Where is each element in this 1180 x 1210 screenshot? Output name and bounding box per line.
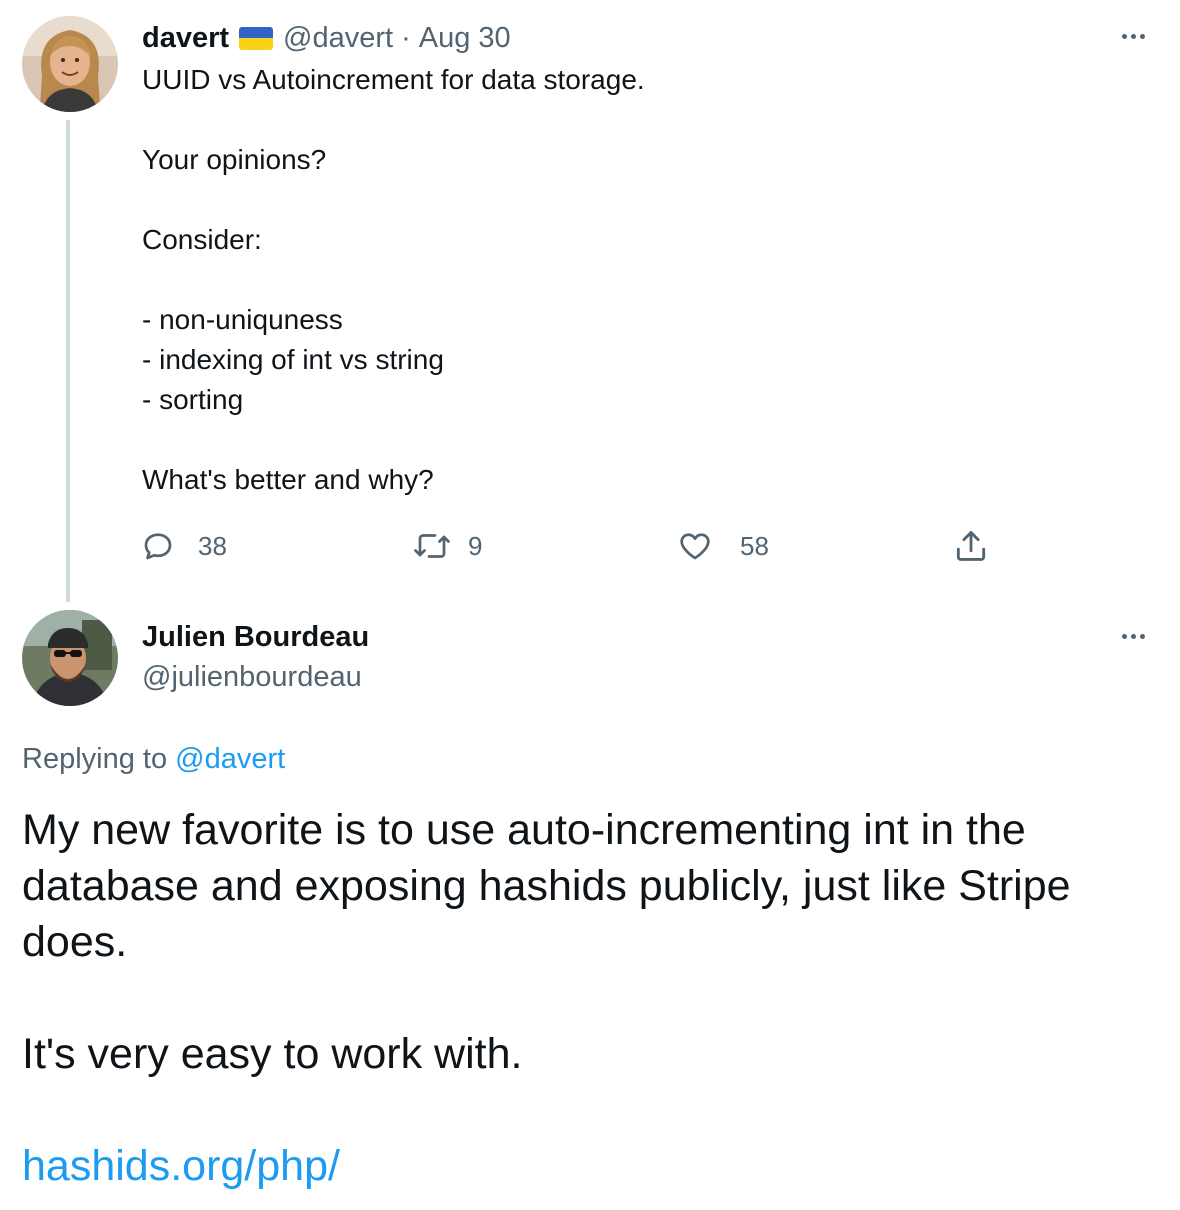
- avatar-davert[interactable]: [22, 16, 118, 112]
- author-name[interactable]: davert: [142, 22, 229, 55]
- like-count: 58: [740, 530, 769, 561]
- thread-line: [66, 120, 70, 602]
- reply-author-name[interactable]: Julien Bourdeau: [142, 618, 369, 656]
- more-dots-icon[interactable]: [1113, 616, 1153, 656]
- replying-to-handle-link[interactable]: @davert: [175, 743, 285, 775]
- tweet-date[interactable]: Aug 30: [419, 22, 511, 55]
- retweet-button[interactable]: 9: [412, 524, 482, 568]
- reply-bubble-icon: [140, 528, 176, 564]
- reply-author-handle[interactable]: @julienbourdeau: [142, 658, 362, 696]
- retweet-arrows-icon: [412, 528, 452, 564]
- tweet-text: UUID vs Autoincrement for data storage. …: [142, 64, 645, 495]
- share-upload-icon: [952, 527, 990, 565]
- ukraine-flag-icon: [239, 26, 274, 50]
- reply-count: 38: [198, 530, 227, 561]
- separator-dot: ·: [401, 21, 411, 54]
- avatar-julien[interactable]: [22, 610, 118, 706]
- retweet-count: 9: [468, 530, 483, 561]
- reply-button[interactable]: 38: [140, 524, 227, 568]
- like-button[interactable]: 58: [676, 524, 769, 568]
- more-dots-icon[interactable]: [1113, 16, 1153, 56]
- reply-text: My new favorite is to use auto-increment…: [22, 806, 1071, 1078]
- replying-to-line: Replying to @davert: [22, 740, 285, 778]
- share-button[interactable]: [952, 524, 990, 568]
- heart-icon: [676, 528, 714, 564]
- reply-link[interactable]: hashids.org/php/: [22, 1138, 340, 1194]
- replying-to-label: Replying to: [22, 743, 168, 775]
- tweet-header: davert @davert · Aug 30: [142, 18, 511, 58]
- author-handle[interactable]: @davert: [283, 22, 393, 55]
